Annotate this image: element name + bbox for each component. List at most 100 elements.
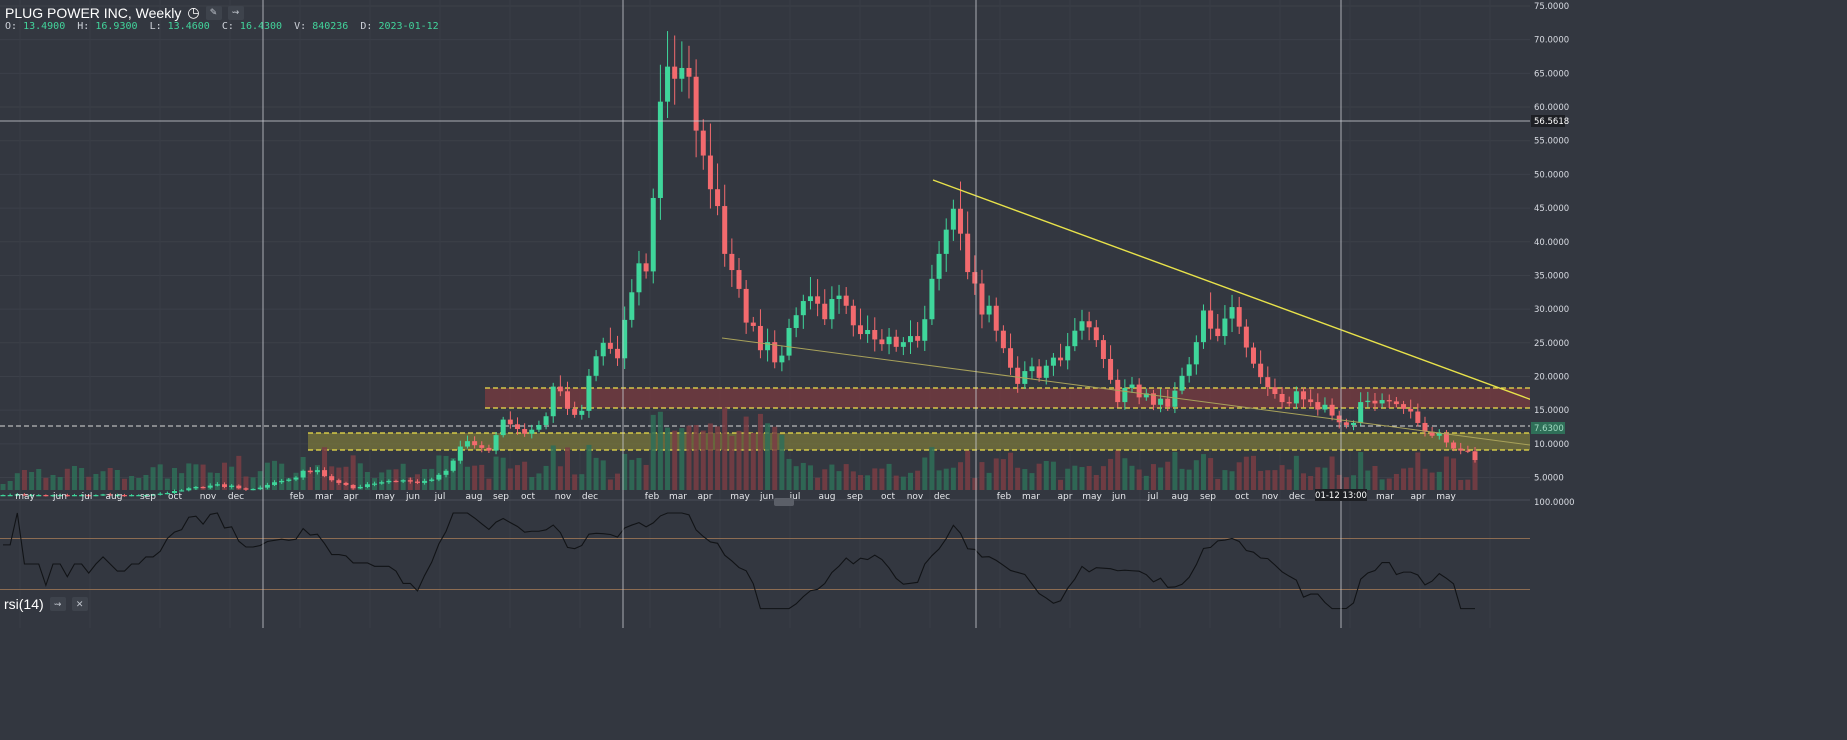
volume-bar (1286, 469, 1292, 490)
close-icon[interactable]: ✕ (71, 597, 88, 611)
candle-body (157, 493, 163, 495)
candle-body (1179, 375, 1185, 391)
candle-body (257, 487, 263, 489)
candle-body (743, 288, 749, 323)
volume-tick-label: 100.0000 (1534, 498, 1575, 508)
candle-body (479, 445, 485, 448)
candle-body (364, 484, 370, 487)
month-label: may (15, 492, 35, 502)
month-label: aug (466, 492, 483, 502)
pin-icon[interactable]: ⇝ (227, 5, 244, 20)
candle-body (572, 408, 578, 415)
volume-bar (1351, 475, 1357, 490)
volume-bar (1408, 467, 1414, 490)
candle-body (1365, 400, 1371, 403)
price-tick-label: 40.0000 (1534, 238, 1569, 248)
volume-bar (1465, 479, 1471, 490)
candle-body (1386, 400, 1392, 402)
candle-body (779, 355, 785, 363)
month-label: may (1082, 492, 1102, 502)
candle-body (536, 424, 542, 430)
candle-body (950, 208, 956, 230)
volume-bar (543, 465, 549, 490)
price-tick-label: 20.0000 (1534, 372, 1569, 382)
candle-body (793, 315, 799, 328)
volume-bar (143, 475, 149, 490)
volume-bar (1279, 465, 1285, 490)
volume-bar (164, 478, 170, 490)
volume-bar (493, 456, 499, 490)
candle-body (407, 480, 413, 482)
volume-bar (550, 445, 556, 490)
volume-bar (1443, 456, 1449, 490)
candle-body (643, 263, 649, 272)
month-label: nov (1262, 492, 1279, 502)
candle-body (1272, 387, 1278, 394)
candle-body (1415, 411, 1421, 423)
candle-body (272, 482, 278, 485)
month-label: sep (140, 492, 156, 502)
chart-canvas[interactable]: 90.000080.000070.000060.000050.000040.00… (0, 0, 1847, 740)
volume-bar (750, 432, 756, 490)
month-label: jun (52, 492, 67, 502)
volume-bar (643, 464, 649, 490)
volume-bar (1250, 455, 1256, 490)
candle-body (1172, 390, 1178, 407)
candle-body (1308, 399, 1314, 403)
month-label: jul (1147, 492, 1159, 502)
candle-body (650, 197, 656, 272)
low-value: 13.4600 (167, 21, 210, 32)
candle-body (422, 480, 428, 483)
volume-bar (479, 464, 485, 490)
candle-body (936, 253, 942, 279)
volume-bar (1429, 472, 1435, 490)
volume-bar (1179, 468, 1185, 490)
candle-body (386, 480, 392, 483)
candle-body (750, 322, 756, 326)
date-value: 2023-01-12 (378, 21, 439, 32)
candle-body (1065, 346, 1071, 361)
volume-bar (186, 463, 192, 490)
month-label: aug (1172, 492, 1189, 502)
price-tick-label: 50.0000 (1534, 170, 1569, 180)
volume-bar (1208, 458, 1214, 490)
month-label: jun (1111, 492, 1126, 502)
volume-bar (179, 473, 185, 490)
volume-bar (29, 472, 35, 490)
candle-body (1372, 400, 1378, 404)
candle-body (1250, 347, 1256, 364)
candle-body (486, 447, 492, 451)
clock-icon[interactable]: ◷ (187, 4, 199, 21)
pencil-icon[interactable]: ✎ (205, 5, 222, 20)
candle-body (1200, 310, 1206, 343)
price-tick-label: 75.0000 (1534, 2, 1569, 12)
volume-bar (514, 465, 520, 490)
volume-bar (1272, 470, 1278, 490)
volume-bar (686, 425, 692, 490)
candle-body (629, 292, 635, 320)
volume-bar (1200, 454, 1206, 490)
volume-bar (850, 471, 856, 490)
volume-bar (522, 461, 528, 490)
volume-bar (1422, 468, 1428, 490)
month-label: may (375, 492, 395, 502)
volume-bar (722, 407, 728, 490)
candle-body (1401, 404, 1407, 409)
volume-bar (1451, 458, 1457, 490)
candle-body (1208, 310, 1214, 329)
volume-bar (586, 444, 592, 490)
candle-body (1472, 451, 1478, 461)
volume-bar (86, 476, 92, 490)
volume-bar (815, 477, 821, 490)
rsi-pane: 90.000080.000070.000060.000050.000040.00… (0, 509, 1569, 621)
candle-body (593, 356, 599, 376)
candle-body (958, 208, 964, 234)
volume-bar (836, 471, 842, 490)
candle-body (1129, 384, 1135, 388)
volume-bar (93, 474, 99, 490)
candle-body (507, 419, 513, 425)
pin-icon[interactable]: ⇝ (49, 597, 66, 611)
volume-bar (486, 478, 492, 490)
candle-body (786, 327, 792, 356)
volume-bar (7, 481, 13, 490)
